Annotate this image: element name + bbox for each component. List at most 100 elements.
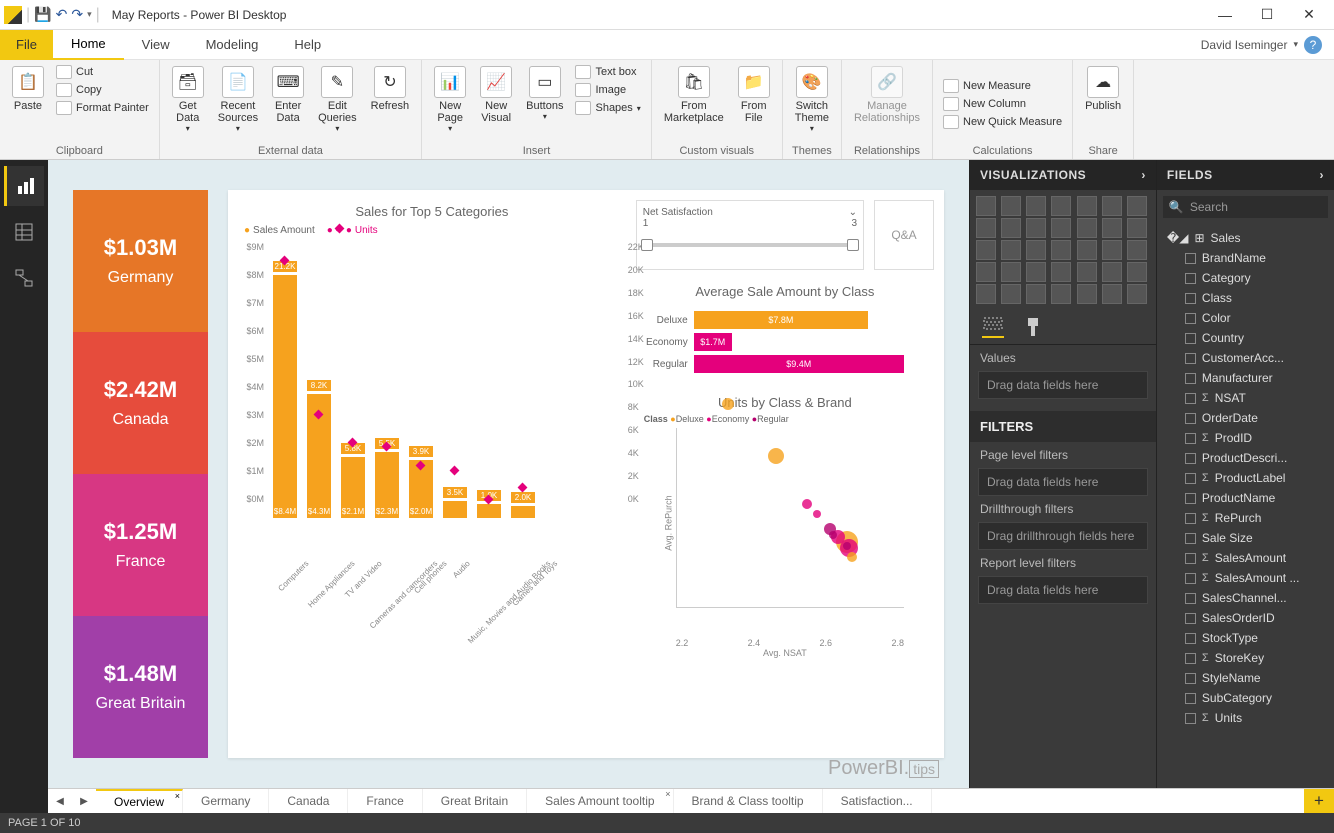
country-card[interactable]: $1.25MFrance — [73, 474, 208, 616]
buttons-button[interactable]: ▭Buttons▾ — [522, 64, 567, 143]
field-item[interactable]: Color — [1163, 308, 1328, 328]
qna-visual[interactable]: Q&A — [874, 200, 934, 270]
field-item[interactable]: Manufacturer — [1163, 368, 1328, 388]
page-tab[interactable]: Canada — [269, 789, 348, 813]
field-item[interactable]: SubCategory — [1163, 688, 1328, 708]
page-tab[interactable]: Sales Amount tooltip× — [527, 789, 673, 813]
viz-type-icon[interactable] — [1001, 262, 1021, 282]
refresh-button[interactable]: ↻Refresh — [367, 64, 414, 143]
country-card[interactable]: $2.42MCanada — [73, 332, 208, 474]
image-button[interactable]: Image — [573, 82, 642, 98]
viz-type-icon[interactable] — [1077, 284, 1097, 304]
data-view-button[interactable] — [4, 212, 44, 252]
viz-type-icon[interactable] — [1077, 196, 1097, 216]
tab-help[interactable]: Help — [276, 30, 339, 60]
get-data-button[interactable]: 🗃Get Data▾ — [168, 64, 208, 143]
new-quick-measure-button[interactable]: New Quick Measure — [941, 114, 1064, 130]
manage-relationships-button[interactable]: 🔗Manage Relationships — [850, 64, 924, 143]
viz-type-icon[interactable] — [1026, 218, 1046, 238]
field-item[interactable]: ΣStoreKey — [1163, 648, 1328, 668]
drill-filters-drop[interactable]: Drag drillthrough fields here — [978, 522, 1148, 550]
from-file-button[interactable]: 📁From File — [734, 64, 774, 143]
viz-type-icon[interactable] — [976, 196, 996, 216]
page-tab[interactable]: Great Britain — [423, 789, 527, 813]
maximize-button[interactable]: ☐ — [1246, 1, 1288, 29]
viz-type-icon[interactable] — [1001, 284, 1021, 304]
field-item[interactable]: Category — [1163, 268, 1328, 288]
fields-search[interactable]: 🔍 Search — [1163, 196, 1328, 218]
copy-button[interactable]: Copy — [54, 82, 151, 98]
help-icon[interactable]: ? — [1304, 36, 1322, 54]
viz-type-icon[interactable] — [1077, 240, 1097, 260]
hbar-chart-visual[interactable]: Deluxe$7.8MEconomy$1.7MRegular$9.4M — [636, 303, 934, 381]
slicer-net-satisfaction[interactable]: Net Satisfaction ⌄ 13 — [636, 200, 864, 270]
field-item[interactable]: ΣUnits — [1163, 708, 1328, 728]
report-filters-drop[interactable]: Drag data fields here — [978, 576, 1148, 604]
report-canvas[interactable]: $1.03MGermany$2.42MCanada$1.25MFrance$1.… — [48, 160, 969, 788]
undo-icon[interactable]: ↶ — [56, 6, 68, 23]
viz-type-icon[interactable] — [1077, 218, 1097, 238]
save-icon[interactable]: 💾 — [34, 6, 51, 23]
fields-tree[interactable]: �◢ ⊞ Sales BrandNameCategoryClassColorCo… — [1157, 224, 1334, 732]
viz-type-icon[interactable] — [1051, 196, 1071, 216]
recent-sources-button[interactable]: 📄Recent Sources▾ — [214, 64, 262, 143]
user-name[interactable]: David Iseminger — [1201, 38, 1288, 52]
viz-type-icon[interactable] — [976, 284, 996, 304]
viz-type-icon[interactable] — [1051, 240, 1071, 260]
viz-type-icon[interactable] — [976, 262, 996, 282]
minimize-button[interactable]: — — [1204, 1, 1246, 29]
bar-chart-visual[interactable]: $9M$8M$7M$6M$5M$4M$3M$2M$1M$0M 22K20K18K… — [238, 238, 626, 518]
viz-type-icon[interactable] — [1026, 196, 1046, 216]
country-card[interactable]: $1.03MGermany — [73, 190, 208, 332]
model-view-button[interactable] — [4, 258, 44, 298]
viz-type-icon[interactable] — [1026, 284, 1046, 304]
viz-type-icon[interactable] — [1051, 218, 1071, 238]
country-card[interactable]: $1.48MGreat Britain — [73, 616, 208, 758]
report-view-button[interactable] — [4, 166, 44, 206]
field-item[interactable]: BrandName — [1163, 248, 1328, 268]
field-item[interactable]: ΣRePurch — [1163, 508, 1328, 528]
field-item[interactable]: Sale Size — [1163, 528, 1328, 548]
viz-type-icon[interactable] — [1127, 262, 1147, 282]
values-drop-zone[interactable]: Drag data fields here — [978, 371, 1148, 399]
new-visual-button[interactable]: 📈New Visual — [476, 64, 516, 143]
visualization-picker[interactable] — [970, 190, 1156, 310]
viz-type-icon[interactable] — [1127, 196, 1147, 216]
field-item[interactable]: ΣSalesAmount — [1163, 548, 1328, 568]
field-item[interactable]: ΣSalesAmount ... — [1163, 568, 1328, 588]
viz-type-icon[interactable] — [1102, 284, 1122, 304]
viz-type-icon[interactable] — [1026, 262, 1046, 282]
edit-queries-button[interactable]: ✎Edit Queries▾ — [314, 64, 361, 143]
tab-modeling[interactable]: Modeling — [188, 30, 277, 60]
viz-type-icon[interactable] — [1127, 284, 1147, 304]
viz-type-icon[interactable] — [1051, 284, 1071, 304]
field-item[interactable]: StyleName — [1163, 668, 1328, 688]
collapse-icon[interactable]: › — [1320, 168, 1325, 182]
fields-tool-icon[interactable] — [982, 316, 1004, 338]
field-item[interactable]: Country — [1163, 328, 1328, 348]
page-filters-drop[interactable]: Drag data fields here — [978, 468, 1148, 496]
file-menu[interactable]: File — [0, 30, 53, 60]
viz-type-icon[interactable] — [1127, 240, 1147, 260]
viz-type-icon[interactable] — [1102, 196, 1122, 216]
viz-type-icon[interactable] — [1001, 240, 1021, 260]
viz-type-icon[interactable] — [1102, 262, 1122, 282]
tab-scroll-right[interactable]: ▶ — [72, 796, 96, 807]
viz-type-icon[interactable] — [1001, 196, 1021, 216]
new-measure-button[interactable]: New Measure — [941, 78, 1064, 94]
field-item[interactable]: OrderDate — [1163, 408, 1328, 428]
page-tab[interactable]: France — [348, 789, 422, 813]
qat-dropdown-icon[interactable]: ▾ — [87, 9, 92, 20]
field-item[interactable]: CustomerAcc... — [1163, 348, 1328, 368]
field-item[interactable]: SalesOrderID — [1163, 608, 1328, 628]
viz-type-icon[interactable] — [976, 218, 996, 238]
tab-view[interactable]: View — [124, 30, 188, 60]
from-marketplace-button[interactable]: 🛍From Marketplace — [660, 64, 728, 143]
format-painter-button[interactable]: Format Painter — [54, 100, 151, 116]
tab-home[interactable]: Home — [53, 30, 124, 60]
page-tab[interactable]: Satisfaction... — [823, 789, 932, 813]
format-tool-icon[interactable] — [1022, 316, 1044, 338]
field-item[interactable]: Class — [1163, 288, 1328, 308]
viz-type-icon[interactable] — [1102, 218, 1122, 238]
viz-type-icon[interactable] — [1051, 262, 1071, 282]
